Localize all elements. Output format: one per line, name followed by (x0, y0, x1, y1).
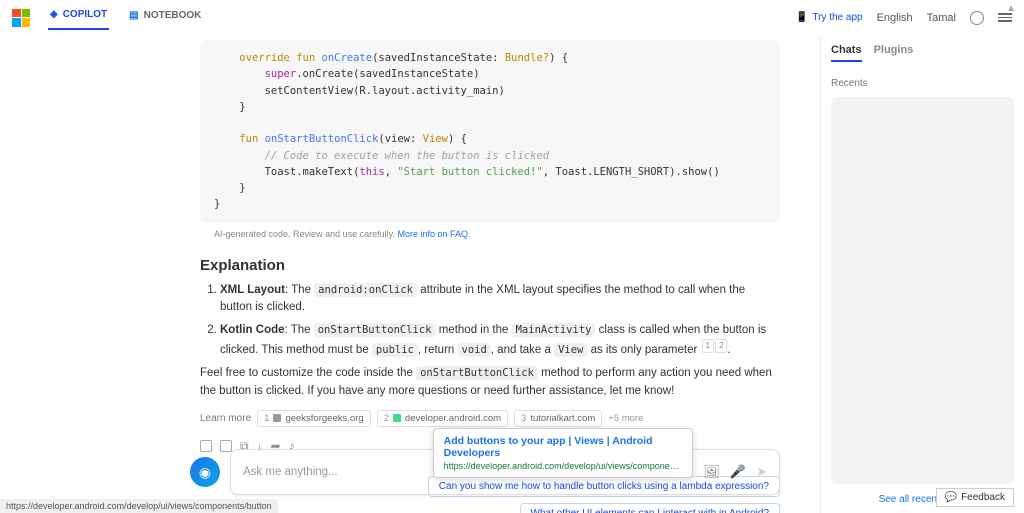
try-app-link[interactable]: 📱 Try the app (796, 12, 863, 23)
image-upload-icon[interactable]: 🖼 (703, 464, 720, 480)
citation-2[interactable]: 2 (715, 339, 727, 353)
send-icon[interactable]: ➤ (756, 464, 767, 480)
more-sources[interactable]: +5 more (608, 413, 643, 424)
language-selector[interactable]: English (877, 12, 913, 24)
recents-label: Recents (831, 78, 1014, 89)
code-disclaimer: AI-generated code. Review and use carefu… (200, 223, 780, 243)
notebook-icon: ▤ (129, 10, 138, 21)
scroll-indicator: ▲ (1006, 3, 1016, 14)
tab-copilot-label: COPILOT (63, 9, 107, 20)
phone-icon: 📱 (796, 12, 808, 23)
feedback-button[interactable]: 💬 Feedback (936, 488, 1014, 507)
citation-1[interactable]: 1 (702, 339, 714, 353)
explanation-list: XML Layout: The android:onClick attribut… (200, 282, 780, 360)
learn-more-row: Learn more 1geeksforgeeks.org 2developer… (200, 410, 780, 427)
explanation-heading: Explanation (200, 257, 780, 274)
learn-more-label: Learn more (200, 413, 251, 424)
source-chip-1[interactable]: 1geeksforgeeks.org (257, 410, 370, 427)
android-favicon-icon (393, 414, 401, 422)
tooltip-title[interactable]: Add buttons to your app | Views | Androi… (444, 435, 682, 459)
tab-plugins[interactable]: Plugins (874, 44, 914, 62)
explanation-item-2: Kotlin Code: The onStartButtonClick meth… (220, 322, 780, 359)
input-placeholder: Ask me anything... (243, 466, 338, 478)
status-bar-url: https://developer.android.com/develop/ui… (0, 499, 278, 513)
right-panel-tabs: Chats Plugins (831, 44, 1014, 62)
source-tooltip: Add buttons to your app | Views | Androi… (433, 428, 693, 478)
right-panel: Chats Plugins Recents See all recent cha… (820, 36, 1024, 513)
tab-copilot[interactable]: ◈ COPILOT (48, 5, 109, 30)
recents-placeholder (831, 97, 1014, 484)
source-chip-3[interactable]: 3tutorialkart.com (514, 410, 602, 427)
top-bar: ◈ COPILOT ▤ NOTEBOOK 📱 Try the app Engli… (0, 0, 1024, 36)
tab-notebook-label: NOTEBOOK (144, 10, 202, 21)
avatar-icon[interactable] (970, 11, 984, 25)
tab-notebook[interactable]: ▤ NOTEBOOK (127, 6, 203, 29)
source-chip-2[interactable]: 2developer.android.com (377, 410, 508, 427)
favicon-icon (273, 414, 281, 422)
hamburger-menu[interactable] (998, 13, 1012, 22)
closing-text: Feel free to customize the code inside t… (200, 365, 780, 400)
tab-chats[interactable]: Chats (831, 44, 862, 62)
user-name[interactable]: Tamal (927, 12, 956, 24)
code-block: override fun onCreate(savedInstanceState… (200, 40, 780, 223)
chat-content: override fun onCreate(savedInstanceState… (0, 36, 820, 513)
copilot-icon: ◈ (50, 9, 58, 20)
microsoft-logo[interactable] (12, 9, 30, 27)
feedback-icon: 💬 (945, 492, 957, 503)
tooltip-url: https://developer.android.com/develop/ui… (444, 461, 682, 471)
copilot-avatar-icon: ◉ (190, 457, 220, 487)
suggestion-2[interactable]: What other UI elements can I interact wi… (520, 503, 780, 513)
explanation-item-1: XML Layout: The android:onClick attribut… (220, 282, 780, 317)
mic-icon[interactable]: 🎤 (730, 464, 746, 480)
faq-link[interactable]: More info on FAQ (397, 229, 468, 239)
